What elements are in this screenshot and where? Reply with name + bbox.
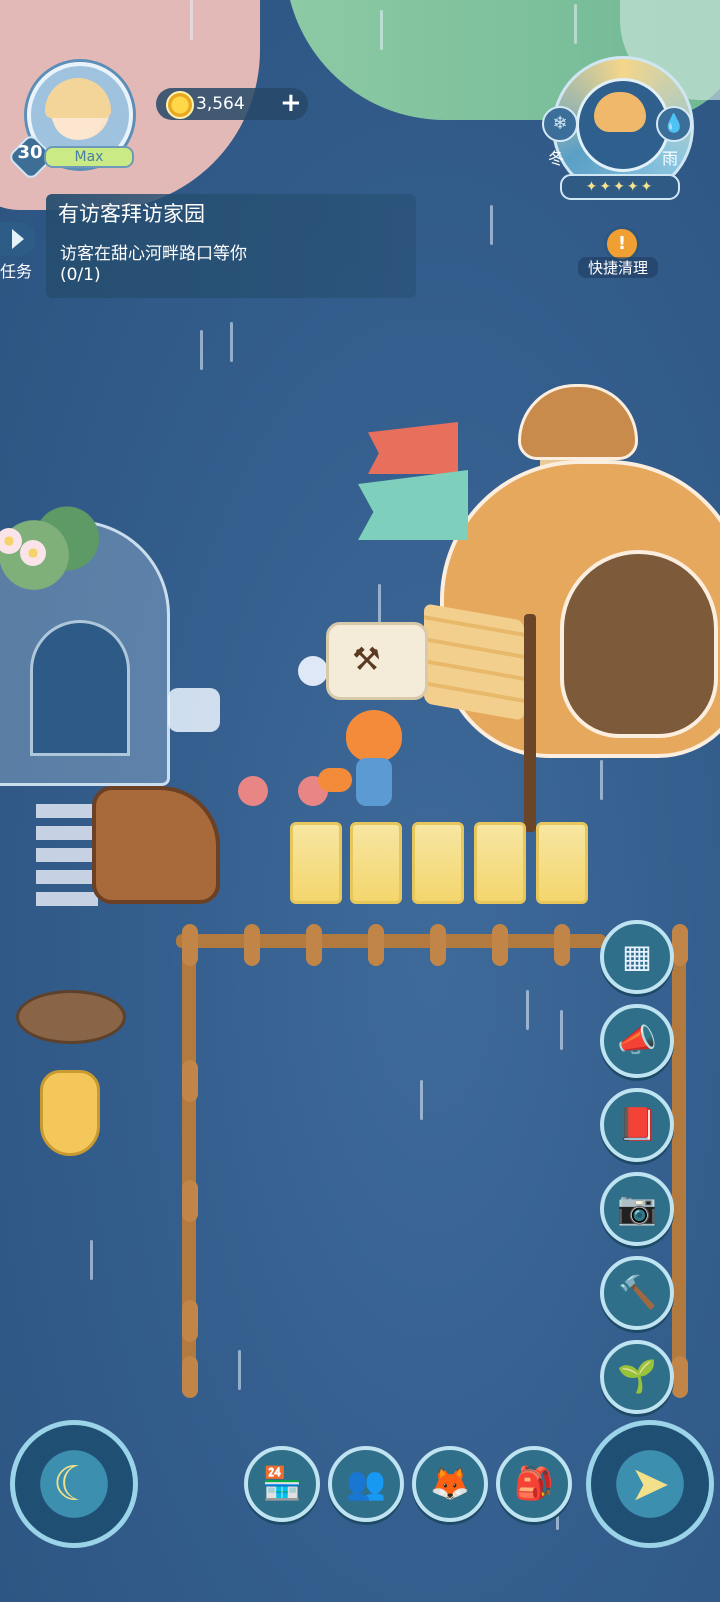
raindrop	[574, 4, 577, 44]
igloo-door	[30, 620, 130, 756]
house-door[interactable]	[560, 550, 718, 738]
friends-icon: 👥	[346, 1464, 386, 1502]
camera-icon: 📷	[617, 1189, 657, 1227]
quest-title: 有访客拜访家园	[58, 202, 205, 226]
coin-icon	[166, 91, 194, 119]
layout-button[interactable]: ▦	[600, 920, 674, 994]
add-coins-button[interactable]: +	[280, 88, 302, 118]
plant-button[interactable]: 🌱	[600, 1340, 674, 1414]
raindrop	[90, 1240, 93, 1280]
book-icon: 📕	[617, 1105, 657, 1143]
handbook-button[interactable]: 📕	[600, 1088, 674, 1162]
character-button[interactable]: 🦊	[412, 1446, 488, 1522]
snowflake-icon: ❄	[542, 106, 578, 142]
fence-rail-right	[672, 934, 686, 1394]
quest-progress: (0/1)	[60, 265, 101, 285]
level-max-bar: Max	[44, 146, 134, 168]
sprout-icon: 🌱	[617, 1357, 657, 1395]
tools-flag	[358, 470, 468, 540]
fence-post	[182, 1300, 198, 1342]
paper-lantern[interactable]	[412, 822, 464, 904]
fox-character[interactable]	[318, 700, 406, 810]
fence-post	[182, 1356, 198, 1398]
stepping-stones	[36, 796, 98, 906]
weather-cloud-icon	[594, 92, 646, 132]
waffle-roof	[424, 603, 524, 721]
fence-post	[492, 924, 508, 966]
shop-button[interactable]: 🏪	[244, 1446, 320, 1522]
quick-clean-button[interactable]: 快捷清理	[578, 257, 658, 278]
raindrop	[190, 0, 193, 40]
tools-icon: ⚒	[352, 640, 381, 678]
rose-flower[interactable]	[238, 776, 268, 806]
compass-button[interactable]: ➤	[586, 1420, 714, 1548]
raindrops-icon: 💧	[656, 106, 692, 142]
flag-pole	[524, 614, 536, 832]
weather-stars: ✦✦✦✦✦	[560, 174, 680, 200]
task-tab-label[interactable]: 任务	[0, 258, 32, 282]
umbrella-flag	[368, 422, 458, 474]
raindrop	[420, 1080, 423, 1120]
raindrop	[230, 322, 233, 362]
raindrop	[526, 990, 529, 1030]
ice-signpost[interactable]	[168, 688, 220, 732]
moon-icon: ☾	[52, 1456, 96, 1512]
fence-post	[182, 1180, 198, 1222]
fence-post	[182, 924, 198, 966]
coin-amount: 3,564	[196, 94, 245, 114]
megaphone-icon: 📣	[617, 1021, 657, 1059]
raindrop	[238, 1350, 241, 1390]
shop-icon: 🏪	[262, 1464, 302, 1502]
raindrop	[490, 205, 493, 245]
chevron-right-icon	[12, 229, 24, 249]
character-icon: 🦊	[430, 1464, 470, 1502]
raindrop	[200, 330, 203, 370]
lounge-chair[interactable]	[92, 786, 220, 904]
announcement-button[interactable]: 📣	[600, 1004, 674, 1078]
paper-lantern[interactable]	[474, 822, 526, 904]
fence-post	[306, 924, 322, 966]
avatar-hair	[45, 78, 111, 118]
raindrop	[560, 1010, 563, 1050]
house-cap	[518, 384, 638, 460]
raindrop	[380, 10, 383, 50]
layout-icon: ▦	[621, 937, 653, 975]
game-scene[interactable]: { "player": {"level": "30", "level_tag":…	[0, 0, 720, 1602]
fence-post	[244, 924, 260, 966]
flower-bush	[0, 500, 100, 610]
friends-button[interactable]: 👥	[328, 1446, 404, 1522]
white-flower[interactable]	[298, 656, 328, 686]
backpack-button[interactable]: 🎒	[496, 1446, 572, 1522]
moon-dial-button[interactable]: ☾	[10, 1420, 138, 1548]
fence-post	[368, 924, 384, 966]
fence-post	[554, 924, 570, 966]
weather-label: 雨	[662, 149, 679, 168]
fence-post	[430, 924, 446, 966]
fence-rail	[176, 934, 606, 948]
fox-tail	[318, 768, 352, 792]
quest-description: 访客在甜心河畔路口等你	[60, 244, 247, 264]
backpack-icon: 🎒	[514, 1464, 554, 1502]
paper-lantern[interactable]	[290, 822, 342, 904]
golden-vase[interactable]	[40, 1070, 100, 1156]
fox-head	[346, 710, 402, 762]
fence-post	[182, 1060, 198, 1102]
raindrop	[600, 760, 603, 800]
fence-post	[672, 924, 688, 966]
camera-button[interactable]: 📷	[600, 1172, 674, 1246]
season-label: 冬	[548, 149, 565, 168]
round-table[interactable]	[16, 990, 126, 1044]
paper-lantern[interactable]	[536, 822, 588, 904]
paper-lantern[interactable]	[350, 822, 402, 904]
flower	[20, 540, 46, 566]
fox-body	[356, 758, 392, 806]
hammer-icon: 🔨	[617, 1273, 657, 1311]
build-button[interactable]: 🔨	[600, 1256, 674, 1330]
raindrop	[378, 584, 381, 624]
compass-icon: ➤	[629, 1456, 671, 1512]
fence-post	[672, 1356, 688, 1398]
